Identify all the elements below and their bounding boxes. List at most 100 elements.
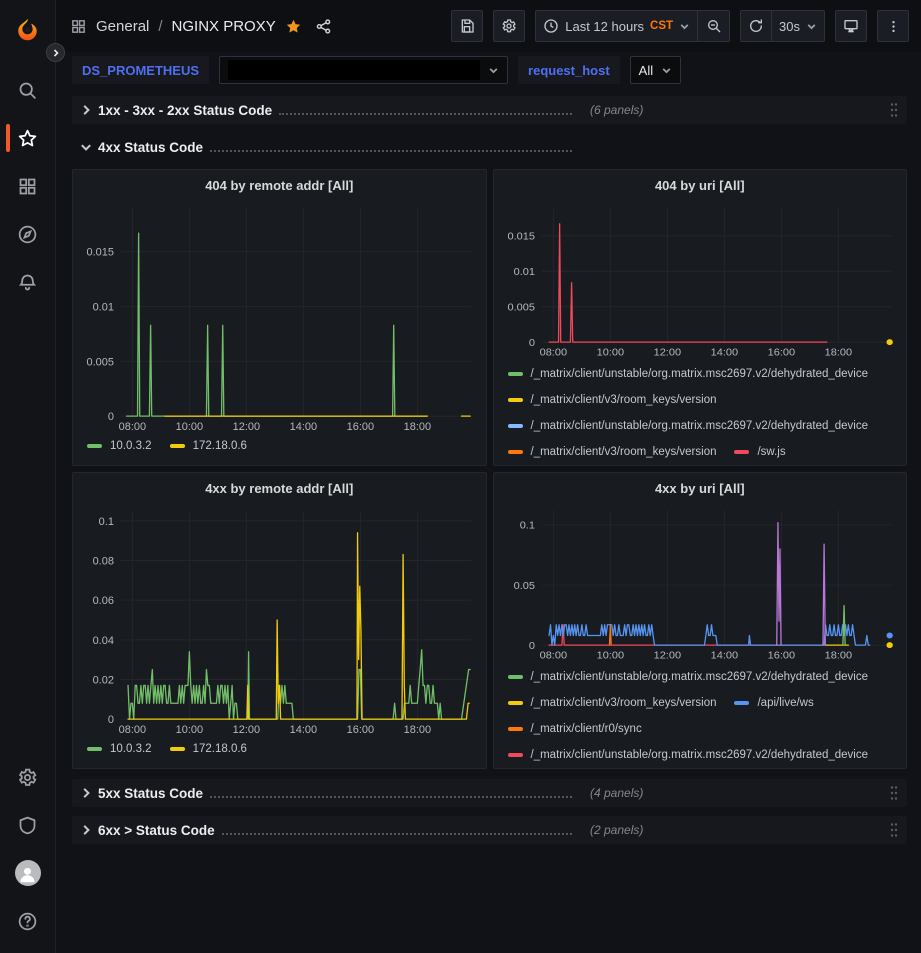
svg-text:0: 0: [528, 640, 534, 652]
legend-label: /_matrix/client/v3/room_keys/version: [531, 394, 717, 406]
row-drag-handle[interactable]: [889, 822, 899, 838]
legend-item[interactable]: 172.18.0.6: [170, 436, 247, 456]
dashboard-scroll-area: 1xx - 3xx - 2xx Status Code (6 panels) 4…: [56, 88, 921, 953]
row-panel-count: (4 panels): [590, 786, 643, 800]
legend-swatch: [508, 701, 523, 705]
svg-text:0.08: 0.08: [93, 556, 114, 568]
legend-item[interactable]: /_matrix/client/v3/room_keys/version: [508, 387, 717, 413]
chart-plot-3[interactable]: 08:0010:0012:0014:0016:0018:0000.050.1: [502, 503, 899, 662]
sidebar-item-starred[interactable]: [4, 116, 52, 160]
row-5xx[interactable]: 5xx Status Code (4 panels): [72, 779, 907, 807]
row-panel-count: (2 panels): [590, 823, 643, 837]
row-title: 6xx > Status Code: [98, 823, 215, 838]
sidebar-item-dashboards[interactable]: [4, 164, 52, 208]
legend-item[interactable]: /_matrix/client/unstable/org.matrix.msc2…: [508, 413, 869, 439]
row-dots-filler: [279, 113, 572, 115]
panel-title[interactable]: 4xx by remote addr [All]: [81, 473, 478, 503]
sidebar-item-configuration[interactable]: [4, 755, 52, 799]
row-panel-count: (6 panels): [590, 103, 643, 117]
legend-swatch: [170, 747, 185, 751]
chart-plot-0[interactable]: 08:0010:0012:0014:0016:0018:0000.0050.01…: [81, 200, 478, 434]
legend-swatch: [508, 372, 523, 376]
row-1xx-3xx-2xx[interactable]: 1xx - 3xx - 2xx Status Code (6 panels): [72, 96, 907, 124]
time-range-picker[interactable]: Last 12 hours CST: [535, 10, 698, 42]
monitor-icon: [843, 18, 859, 34]
row-drag-handle[interactable]: [889, 102, 899, 118]
svg-text:0.01: 0.01: [93, 302, 114, 314]
variable-label-datasource[interactable]: DS_PROMETHEUS: [72, 56, 209, 84]
row-6xx[interactable]: 6xx > Status Code (2 panels): [72, 816, 907, 844]
svg-text:0.01: 0.01: [513, 266, 534, 278]
legend-swatch: [508, 424, 523, 428]
sidebar-item-server-admin[interactable]: [4, 803, 52, 847]
breadcrumb-folder[interactable]: General: [96, 18, 149, 35]
share-icon[interactable]: [315, 18, 332, 35]
row-title: 4xx Status Code: [98, 140, 203, 155]
svg-text:10:00: 10:00: [596, 650, 624, 662]
sidebar-item-alerting[interactable]: [4, 260, 52, 304]
row-dots-filler: [222, 833, 572, 835]
legend-item[interactable]: /_matrix/client/r0/sync: [508, 716, 642, 742]
dashboard-settings-button[interactable]: [493, 10, 525, 42]
chart-plot-2[interactable]: 08:0010:0012:0014:0016:0018:0000.020.040…: [81, 503, 478, 737]
legend-item[interactable]: /_matrix/client/v3/room_keys/version: [508, 439, 717, 465]
legend-swatch: [508, 450, 523, 454]
legend-label: /api/live/ws: [757, 697, 813, 709]
save-dashboard-button[interactable]: [451, 10, 483, 42]
sidebar-expand-button[interactable]: [46, 43, 65, 62]
favorite-star-icon[interactable]: [285, 18, 302, 35]
refresh-button[interactable]: [740, 10, 772, 42]
legend-item[interactable]: 10.0.3.2: [87, 739, 152, 759]
legend-swatch: [734, 450, 749, 454]
zoom-out-button[interactable]: [698, 10, 730, 42]
sidebar-item-help[interactable]: [4, 899, 52, 943]
svg-text:0.02: 0.02: [93, 674, 114, 686]
row-drag-handle[interactable]: [889, 785, 899, 801]
svg-text:12:00: 12:00: [653, 347, 681, 359]
more-options-button[interactable]: [877, 10, 909, 42]
dashboard-header: General / NGINX PROXY: [56, 0, 921, 52]
panel-4xx-by-remote-addr-all-: 4xx by remote addr [All]08:0010:0012:001…: [72, 472, 487, 769]
legend-item[interactable]: /sw.js: [734, 439, 785, 465]
legend-swatch: [508, 727, 523, 731]
legend-item[interactable]: /api/live/ws: [734, 690, 813, 716]
sidebar-item-profile[interactable]: [4, 851, 52, 895]
page-title[interactable]: NGINX PROXY: [172, 18, 276, 35]
legend-item[interactable]: /_matrix/client/unstable/org.matrix.msc2…: [508, 361, 869, 387]
grafana-logo[interactable]: [4, 8, 52, 52]
legend-label: 172.18.0.6: [193, 743, 247, 755]
clock-icon: [543, 18, 559, 34]
panel-title[interactable]: 404 by uri [All]: [502, 170, 899, 200]
svg-text:0: 0: [108, 411, 114, 423]
sidebar-item-search[interactable]: [4, 68, 52, 112]
legend-label: /_matrix/client/unstable/org.matrix.msc2…: [531, 671, 869, 683]
svg-text:0.04: 0.04: [93, 635, 114, 647]
legend-swatch: [87, 444, 102, 448]
variable-request-host-dropdown[interactable]: All: [630, 56, 681, 84]
svg-text:0.005: 0.005: [507, 302, 535, 314]
request-host-value: All: [639, 63, 653, 78]
cycle-view-mode-button[interactable]: [835, 10, 867, 42]
panel-title[interactable]: 4xx by uri [All]: [502, 473, 899, 503]
chart-plot-1[interactable]: 08:0010:0012:0014:0016:0018:0000.0050.01…: [502, 200, 899, 359]
variable-datasource-dropdown[interactable]: [219, 56, 508, 84]
refresh-interval-picker[interactable]: 30s: [772, 10, 825, 42]
svg-text:16:00: 16:00: [767, 650, 795, 662]
svg-text:12:00: 12:00: [233, 421, 260, 433]
row-4xx[interactable]: 4xx Status Code: [72, 133, 907, 161]
panel-title[interactable]: 404 by remote addr [All]: [81, 170, 478, 200]
variable-label-request-host[interactable]: request_host: [518, 56, 620, 84]
legend-swatch: [734, 701, 749, 705]
legend-item[interactable]: /_matrix/client/unstable/org.matrix.msc2…: [508, 664, 869, 690]
sidebar-item-explore[interactable]: [4, 212, 52, 256]
legend-label: /_matrix/client/v3/room_keys/version: [531, 446, 717, 458]
legend-item[interactable]: 10.0.3.2: [87, 436, 152, 456]
chart-legend: /_matrix/client/unstable/org.matrix.msc2…: [502, 359, 899, 465]
svg-text:14:00: 14:00: [290, 421, 317, 433]
legend-item[interactable]: 172.18.0.6: [170, 739, 247, 759]
legend-item[interactable]: /_matrix/client/unstable/org.matrix.msc2…: [508, 742, 869, 768]
legend-item[interactable]: /_matrix/client/v3/room_keys/version: [508, 690, 717, 716]
chart-legend: /_matrix/client/unstable/org.matrix.msc2…: [502, 662, 899, 768]
legend-swatch: [508, 753, 523, 757]
svg-text:10:00: 10:00: [596, 347, 624, 359]
